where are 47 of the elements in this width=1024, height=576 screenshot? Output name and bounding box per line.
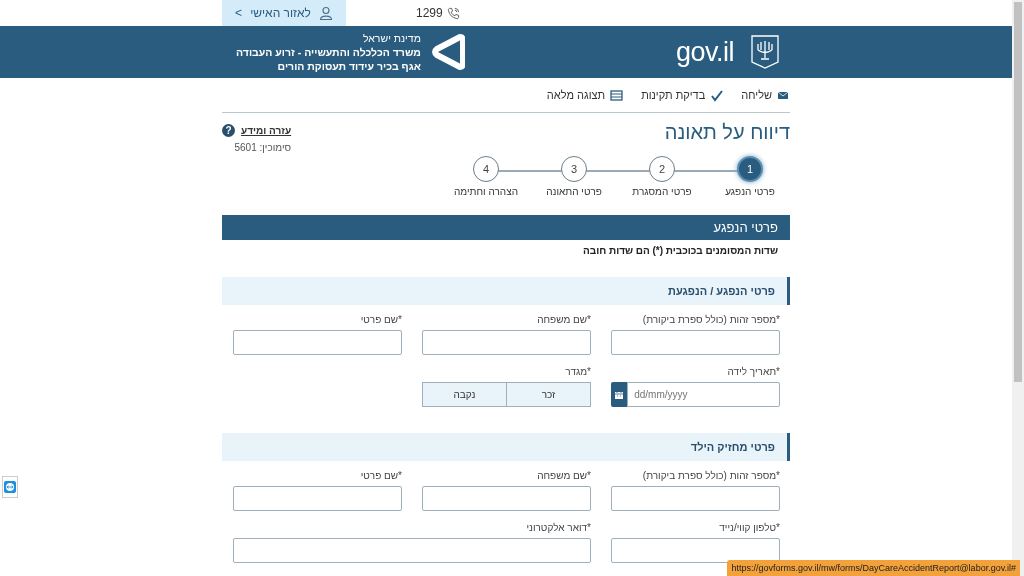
field-label: *מספר זהות (כולל ספרת ביקורת) <box>641 314 780 326</box>
person-icon <box>318 6 333 20</box>
checkmark-icon <box>710 88 724 102</box>
ministry-name: מדינת ישראל משרד הכלכלה והתעשייה - זרוע העבודה אגף בכיר עידוד תעסוקת הורים <box>236 31 421 73</box>
scrollbar-thumb[interactable] <box>1014 2 1022 382</box>
send-button[interactable]: שליחה <box>741 88 790 102</box>
triangle-logo-icon <box>430 33 465 71</box>
phone-icon <box>446 6 460 20</box>
phone-number[interactable]: 1299 <box>416 6 443 20</box>
input-field[interactable] <box>233 538 591 563</box>
site-logo[interactable]: gov.il <box>675 36 734 68</box>
field-label: *תאריך לידה <box>726 366 780 378</box>
section-header: פרטי הנפגע <box>222 215 790 240</box>
option-button[interactable]: זכר <box>506 382 591 407</box>
input-field[interactable] <box>611 330 780 355</box>
field-label: *מגדר <box>564 366 591 378</box>
option-button[interactable]: נקבה <box>422 382 506 407</box>
status-url: https://govforms.gov.il/mw/forms/DayCareAccidentReport@labor.gov.il# <box>726 560 1020 576</box>
field-label: *שם משפחה <box>536 314 591 326</box>
reference-number: סימוכין: 5601 <box>234 142 292 153</box>
personal-area-button[interactable]: לאזור האישי > <box>222 0 346 26</box>
calendar-button[interactable] <box>611 382 628 407</box>
input-field[interactable] <box>422 330 591 355</box>
field-label: *שם משפחה <box>536 470 591 482</box>
window-icon <box>610 88 624 102</box>
field-label: *מספר זהות (כולל ספרת ביקורת) <box>641 470 780 482</box>
field-label: *שם פרטי <box>359 314 402 326</box>
validate-button[interactable]: בדיקת תקינות <box>641 88 724 102</box>
field-label: *טלפון קווי/נייד <box>718 522 780 534</box>
required-note: שדות המסומנים בכוכבית (*) הם שדות חובה <box>582 244 779 258</box>
full-view-button[interactable]: תצוגה מלאה <box>546 88 624 102</box>
help-link[interactable]: עזרה ומידע <box>241 125 292 136</box>
emblem-icon <box>750 34 780 70</box>
page-title: דיווח על תאונה <box>664 121 790 144</box>
input-field[interactable] <box>611 538 780 563</box>
input-field[interactable] <box>422 486 591 511</box>
field-label: *שם פרטי <box>359 470 402 482</box>
subsection-header: פרטי הנפגע / הנפגעת <box>222 277 790 305</box>
subsection-header: פרטי מחזיק הילד <box>222 433 790 461</box>
help-icon[interactable]: ? <box>222 124 235 137</box>
field-label: *דואר אלקטרוני <box>525 522 591 534</box>
input-field[interactable] <box>611 486 780 511</box>
date-field[interactable]: dd/mm/yyyy <box>627 382 780 407</box>
input-field[interactable] <box>233 330 402 355</box>
input-field[interactable] <box>233 486 402 511</box>
arrows-icon <box>2 476 18 498</box>
calendar-icon <box>614 389 625 400</box>
